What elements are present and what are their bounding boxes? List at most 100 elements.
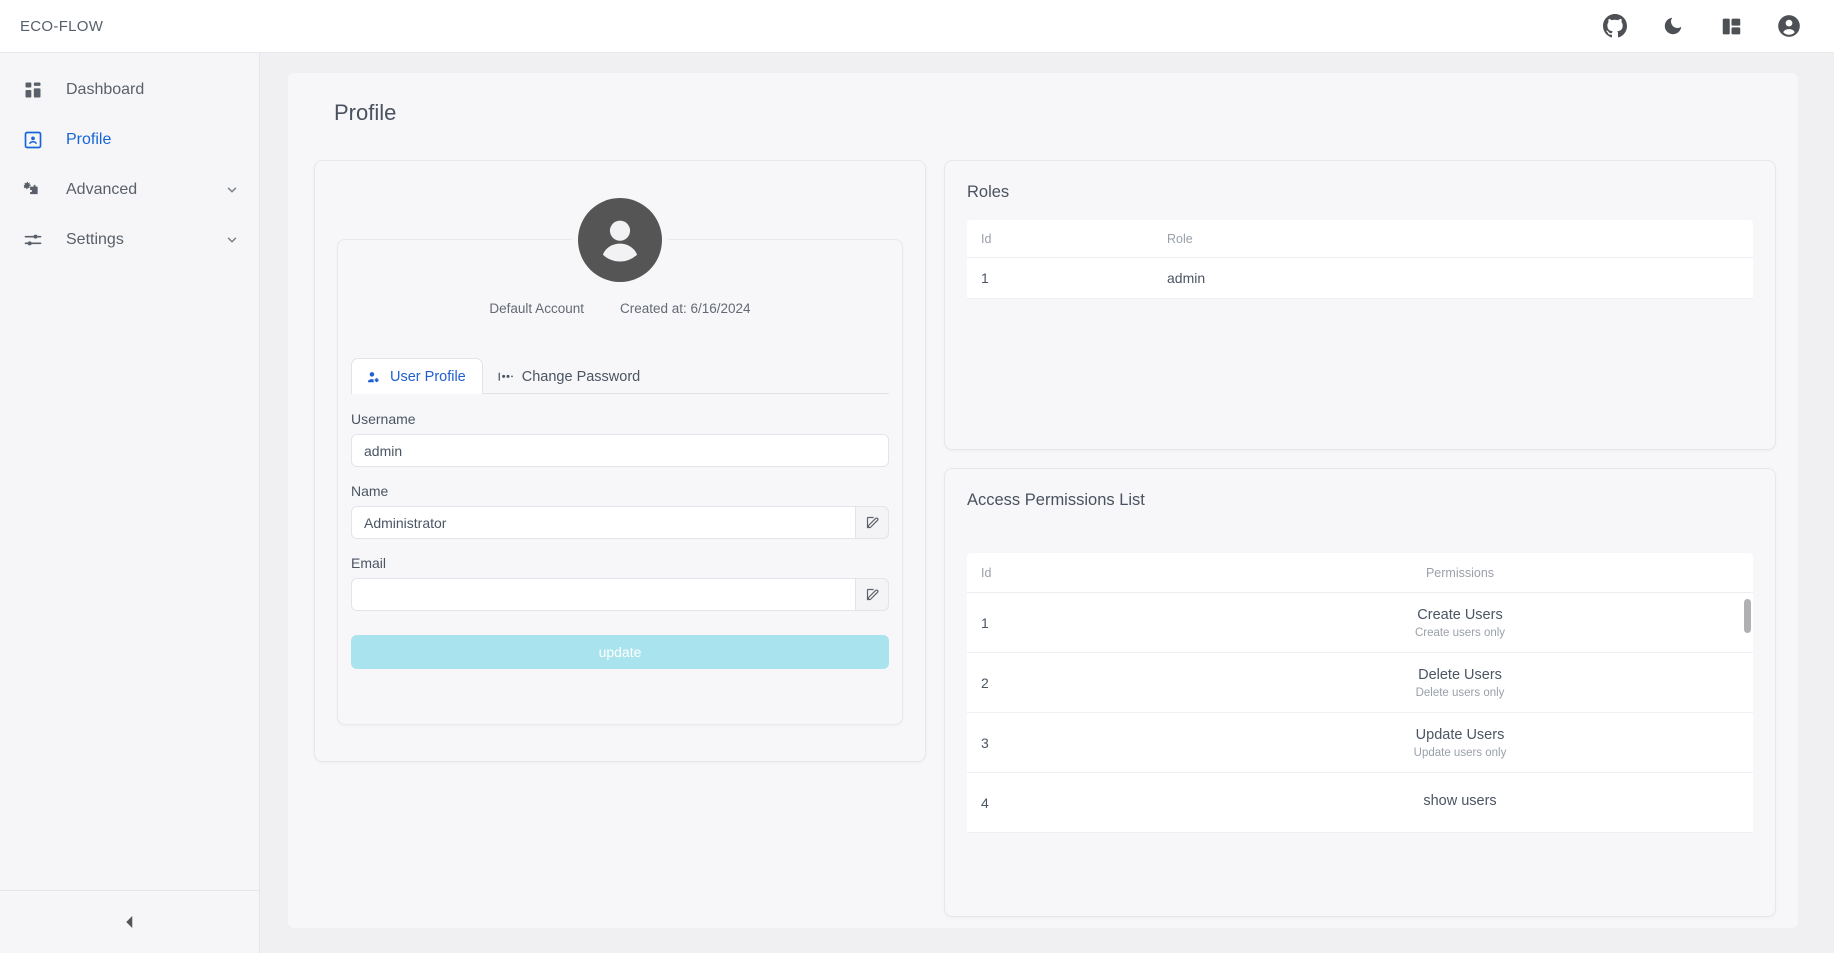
sidebar-item-label: Advanced xyxy=(66,181,138,198)
permissions-table-header: Id Permissions xyxy=(967,553,1753,593)
field-label: Email xyxy=(351,555,387,571)
brand-title: ECO-FLOW xyxy=(20,17,104,35)
table-row[interactable]: 1 Create Users Create users only xyxy=(967,593,1753,653)
roles-table-header: Id Role xyxy=(967,220,1753,258)
column-header-id: Id xyxy=(981,231,992,246)
field-name: Name xyxy=(351,483,889,539)
sidebar-item-label: Settings xyxy=(66,231,124,248)
permission-desc: Delete users only xyxy=(1415,686,1505,699)
permission-name: Update Users xyxy=(1415,726,1505,743)
edit-name-button[interactable] xyxy=(855,506,889,539)
permissions-scrollbar-thumb[interactable] xyxy=(1744,599,1751,633)
table-row[interactable]: 3 Update Users Update users only xyxy=(967,713,1753,773)
page-title: Profile xyxy=(334,100,397,125)
avatar-wrapper xyxy=(315,198,925,282)
permissions-title: Access Permissions List xyxy=(967,491,1145,509)
settings-icon xyxy=(22,229,44,251)
edit-icon xyxy=(866,588,878,601)
sidebar-nav: Dashboard Profile Advanced Settings xyxy=(0,53,259,890)
avatar xyxy=(578,198,662,282)
sidebar-item-settings[interactable]: Settings xyxy=(0,215,259,265)
roles-table: Id Role 1 admin xyxy=(967,220,1753,299)
field-label: Name xyxy=(351,483,389,499)
moon-icon[interactable] xyxy=(1660,13,1686,39)
tab-label: Change Password xyxy=(521,369,641,385)
role-name: admin xyxy=(1167,270,1206,286)
profile-card: Default Account Created at: 6/16/2024 Us… xyxy=(314,160,926,762)
field-username: Username xyxy=(351,411,889,467)
sidebar-item-dashboard[interactable]: Dashboard xyxy=(0,65,259,115)
column-header-role: Role xyxy=(1167,231,1193,246)
layout-icon[interactable] xyxy=(1718,13,1744,39)
table-row[interactable]: 4 show users xyxy=(967,773,1753,833)
permission-body: Create Users Create users only xyxy=(1167,607,1753,639)
username-input[interactable] xyxy=(351,434,889,467)
permissions-scroll-area[interactable]: 1 Create Users Create users only 2 Delet… xyxy=(967,593,1753,916)
tab-change-password[interactable]: Change Password xyxy=(483,358,658,394)
column-header-permissions: Permissions xyxy=(1425,565,1495,580)
account-created-at: Created at: 6/16/2024 xyxy=(619,301,751,316)
input-row xyxy=(351,506,889,539)
permission-body: show users xyxy=(1167,793,1753,813)
tab-user-profile[interactable]: User Profile xyxy=(351,358,483,394)
profile-tabs: User Profile Change Password xyxy=(351,357,889,394)
page-panel: Profile Default Account Created at: 6/16… xyxy=(288,73,1798,928)
field-label: Username xyxy=(351,411,416,427)
main-content: Profile Default Account Created at: 6/16… xyxy=(260,53,1834,953)
left-column: Default Account Created at: 6/16/2024 Us… xyxy=(314,160,926,917)
email-input[interactable] xyxy=(351,578,855,611)
topbar-actions xyxy=(1602,13,1834,39)
user-gear-icon xyxy=(366,370,381,385)
app-root: ECO-FLOW Dashboard Profile Advanced Sett… xyxy=(0,0,1834,953)
permissions-table: Id Permissions 1 Create Users Create use… xyxy=(967,553,1753,916)
right-column: Roles Id Role 1 admin Access Permissions… xyxy=(944,160,1776,917)
name-input[interactable] xyxy=(351,506,855,539)
permission-body: Delete Users Delete users only xyxy=(1167,667,1753,699)
permission-name: Delete Users xyxy=(1418,666,1502,683)
top-bar: ECO-FLOW xyxy=(0,0,1834,53)
collapse-sidebar-button[interactable] xyxy=(115,907,145,937)
content-grid: Default Account Created at: 6/16/2024 Us… xyxy=(314,160,1776,917)
table-row[interactable]: 2 Delete Users Delete users only xyxy=(967,653,1753,713)
input-row xyxy=(351,434,889,467)
permission-id: 4 xyxy=(981,794,989,811)
permission-id: 2 xyxy=(981,674,989,691)
permission-id: 3 xyxy=(981,734,989,751)
profile-form: Username Name xyxy=(351,411,889,669)
roles-title: Roles xyxy=(967,183,1010,201)
column-header-id: Id xyxy=(981,565,992,580)
permission-name: show users xyxy=(1423,792,1497,809)
role-id: 1 xyxy=(981,270,989,286)
permission-id: 1 xyxy=(981,614,989,631)
permission-desc: Create users only xyxy=(1414,626,1506,639)
sidebar-item-label: Dashboard xyxy=(66,81,145,98)
edit-icon xyxy=(866,516,878,529)
sidebar-footer xyxy=(0,890,259,953)
permission-name: Create Users xyxy=(1417,606,1503,623)
chevron-down-icon[interactable] xyxy=(225,233,239,247)
tab-label: User Profile xyxy=(390,369,466,385)
dashboard-icon xyxy=(22,79,44,101)
table-row[interactable]: 1 admin xyxy=(967,258,1753,299)
sidebar: Dashboard Profile Advanced Settings xyxy=(0,53,260,953)
edit-email-button[interactable] xyxy=(855,578,889,611)
chevron-down-icon[interactable] xyxy=(225,183,239,197)
sidebar-item-label: Profile xyxy=(66,131,112,148)
user-avatar-icon xyxy=(602,220,638,262)
sidebar-item-profile[interactable]: Profile xyxy=(0,115,259,165)
field-email: Email xyxy=(351,555,889,611)
roles-card: Roles Id Role 1 admin xyxy=(944,160,1776,450)
github-icon[interactable] xyxy=(1602,13,1628,39)
update-button[interactable]: update xyxy=(351,635,889,669)
profile-icon xyxy=(22,129,44,151)
account-meta: Default Account Created at: 6/16/2024 xyxy=(315,301,925,316)
account-icon[interactable] xyxy=(1776,13,1802,39)
permission-desc: Update users only xyxy=(1413,746,1507,759)
advanced-icon xyxy=(22,179,44,201)
account-type: Default Account xyxy=(489,301,584,316)
sidebar-item-advanced[interactable]: Advanced xyxy=(0,165,259,215)
input-row xyxy=(351,578,889,611)
caret-left-icon xyxy=(125,916,132,928)
permissions-card: Access Permissions List Id Permissions 1 xyxy=(944,468,1776,917)
password-icon xyxy=(498,370,513,385)
